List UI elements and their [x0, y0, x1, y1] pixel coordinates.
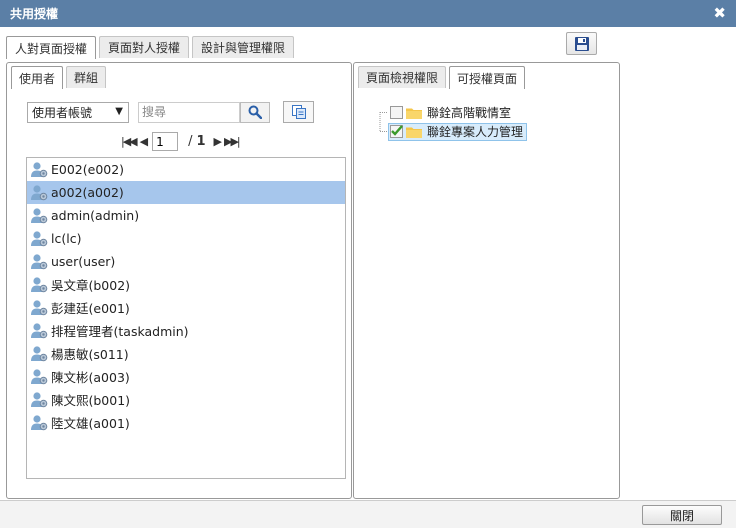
- user-icon: [30, 230, 49, 248]
- user-icon: [30, 345, 49, 363]
- tab-page-view-permission[interactable]: 頁面檢視權限: [358, 66, 447, 88]
- save-button[interactable]: [566, 32, 597, 55]
- user-list-item-label: 陸文雄(a001): [51, 416, 130, 431]
- tree-node-label: 聯銓專案人力管理: [427, 125, 524, 139]
- user-list-item[interactable]: 陳文熙(b001): [27, 388, 345, 411]
- search-button[interactable]: [240, 101, 270, 123]
- tree-node[interactable]: 聯銓高階戰情室: [374, 103, 527, 122]
- filter-select-value: 使用者帳號: [32, 105, 93, 120]
- user-list: E002(e002) a002(a002) admin(admin) lc(lc) us…: [26, 157, 346, 479]
- user-icon: [30, 391, 49, 409]
- save-icon: [574, 36, 589, 51]
- page-tree: 聯銓高階戰情室 聯銓專案人力管理: [374, 103, 528, 141]
- tab-page-to-person[interactable]: 頁面對人授權: [99, 36, 190, 58]
- tab-users[interactable]: 使用者: [11, 66, 64, 89]
- pages-sub-tabs: 頁面檢視權限 可授權頁面: [358, 66, 528, 89]
- close-button[interactable]: 關閉: [642, 505, 722, 525]
- user-list-item[interactable]: 楊惠敏(s011): [27, 342, 345, 365]
- user-icon: [30, 207, 49, 225]
- user-list-item[interactable]: 吳文章(b002): [27, 273, 345, 296]
- user-list-item-label: user(user): [51, 254, 116, 269]
- copy-permissions-button[interactable]: [283, 101, 314, 123]
- dropdown-arrow-icon: ▼: [115, 105, 123, 117]
- last-page-icon[interactable]: ▶▶|: [224, 135, 241, 148]
- tab-groups[interactable]: 群組: [66, 66, 107, 88]
- checkbox-checked-icon[interactable]: [390, 125, 403, 138]
- user-icon: [30, 299, 49, 317]
- users-panel: 使用者 群組 使用者帳號 ▼ 搜尋 |◀◀ ◀ 1 / 1 ▶ ▶▶| E002…: [6, 62, 352, 499]
- tree-node[interactable]: 聯銓專案人力管理: [374, 122, 528, 141]
- user-list-item-label: lc(lc): [51, 231, 82, 246]
- user-list-item-label: 楊惠敏(s011): [51, 347, 129, 362]
- dialog-footer: 關閉: [0, 500, 736, 528]
- pager: |◀◀ ◀ / 1 ▶ ▶▶|: [119, 132, 241, 151]
- user-list-item-label: 排程管理者(taskadmin): [51, 324, 189, 339]
- dialog-titlebar: 共用授權 ✖: [0, 0, 736, 27]
- tab-authorizable-pages[interactable]: 可授權頁面: [449, 66, 526, 89]
- user-list-item[interactable]: 排程管理者(taskadmin): [27, 319, 345, 342]
- user-list-item-label: 彭建廷(e001): [51, 301, 130, 316]
- user-list-item[interactable]: a002(a002): [27, 181, 345, 204]
- search-row: 使用者帳號 ▼: [27, 101, 314, 123]
- user-icon: [30, 368, 49, 386]
- tree-node-label: 聯銓高階戰情室: [427, 106, 512, 120]
- tab-person-to-page[interactable]: 人對頁面授權: [6, 36, 97, 59]
- user-icon: [30, 184, 49, 202]
- checkbox-icon[interactable]: [390, 106, 403, 119]
- user-list-item[interactable]: 陸文雄(a001): [27, 411, 345, 434]
- tree-node-content: 聯銓高階戰情室: [388, 104, 515, 122]
- tree-connector-icon: [374, 103, 388, 122]
- user-icon: [30, 276, 49, 294]
- dialog-title: 共用授權: [10, 7, 59, 21]
- pager-total: 1: [196, 134, 206, 149]
- pages-panel: 頁面檢視權限 可授權頁面 聯銓高階戰情室 聯銓專案人力管理: [353, 62, 620, 499]
- user-list-item[interactable]: E002(e002): [27, 158, 345, 181]
- page-number-input[interactable]: [152, 132, 179, 151]
- user-icon: [30, 322, 49, 340]
- user-list-item[interactable]: user(user): [27, 250, 345, 273]
- user-list-item[interactable]: lc(lc): [27, 227, 345, 250]
- search-input[interactable]: [138, 101, 240, 123]
- user-list-item-label: E002(e002): [51, 162, 125, 177]
- copy-icon: [291, 105, 306, 119]
- first-page-icon[interactable]: |◀◀: [121, 135, 138, 148]
- pager-separator: /: [188, 134, 193, 149]
- prev-page-icon[interactable]: ◀: [140, 135, 149, 148]
- top-tabs: 人對頁面授權 頁面對人授權 設計與管理權限: [6, 36, 297, 59]
- tree-node-content: 聯銓專案人力管理: [388, 122, 528, 141]
- user-list-item-label: a002(a002): [51, 185, 124, 200]
- next-page-icon[interactable]: ▶: [214, 135, 223, 148]
- tree-connector-icon: [374, 122, 388, 141]
- tab-design-management[interactable]: 設計與管理權限: [192, 36, 295, 58]
- search-icon: [248, 105, 262, 119]
- folder-icon: [406, 107, 422, 119]
- user-list-item-label: admin(admin): [51, 208, 140, 223]
- filter-select[interactable]: 使用者帳號 ▼: [27, 101, 129, 123]
- user-icon: [30, 161, 49, 179]
- dialog-body: 人對頁面授權 頁面對人授權 設計與管理權限 使用者 群組 使用者帳號 ▼ 搜尋 …: [0, 27, 736, 500]
- user-list-item[interactable]: admin(admin): [27, 204, 345, 227]
- users-sub-tabs: 使用者 群組: [11, 66, 109, 89]
- close-icon[interactable]: ✖: [713, 4, 726, 22]
- user-list-item[interactable]: 彭建廷(e001): [27, 296, 345, 319]
- folder-icon: [406, 126, 422, 138]
- user-icon: [30, 414, 49, 432]
- user-list-item-label: 吳文章(b002): [51, 278, 131, 293]
- user-list-item-label: 陳文熙(b001): [51, 393, 131, 408]
- user-icon: [30, 253, 49, 271]
- user-list-item[interactable]: 陳文彬(a003): [27, 365, 345, 388]
- user-list-item-label: 陳文彬(a003): [51, 370, 130, 385]
